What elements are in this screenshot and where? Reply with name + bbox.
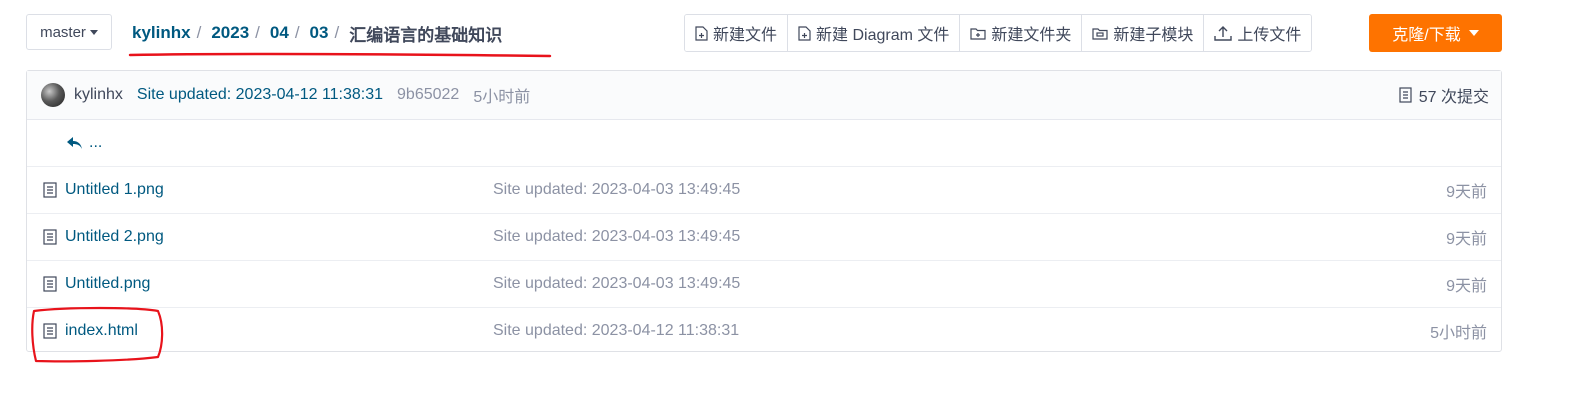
file-name: Untitled.png [65,275,151,292]
avatar[interactable] [41,83,65,107]
file-time: 9天前 [1446,278,1487,295]
breadcrumb-separator: / [294,23,300,42]
table-row: Untitled 2.png Site updated: 2023-04-03 … [27,214,1501,261]
breadcrumb-month[interactable]: 04 [270,23,289,43]
breadcrumb-year[interactable]: 2023 [211,23,249,43]
new-diagram-label: 新建 Diagram 文件 [816,27,950,44]
red-circle-annotation [31,306,164,363]
parent-directory-row[interactable]: ... [27,120,1501,167]
file-link[interactable]: Untitled 2.png [43,228,164,246]
table-row: Untitled 1.png Site updated: 2023-04-03 … [27,167,1501,214]
parent-directory-label: ... [89,134,103,151]
new-submodule-label: 新建子模块 [1113,27,1194,44]
file-commit-message[interactable]: Site updated: 2023-04-12 11:38:31 [493,322,739,340]
commit-count-label: 57 次提交 [1418,89,1489,106]
new-file-button[interactable]: 新建文件 [685,15,789,51]
file-name: Untitled 1.png [65,181,164,198]
table-row: index.html Site updated: 2023-04-12 11:3… [27,308,1501,354]
folder-link-icon [1092,27,1108,40]
file-commit-message[interactable]: Site updated: 2023-04-03 13:49:45 [493,228,740,246]
clone-download-button[interactable]: 克隆/下载 [1369,14,1502,52]
new-file-label: 新建文件 [713,27,778,44]
repo-toolbar: master kylinhx / 2023 / 04 / 03 / 汇编语言的基… [26,14,1502,58]
file-commit-message[interactable]: Site updated: 2023-04-03 13:49:45 [493,275,740,293]
file-plus-icon [695,25,708,41]
upload-icon [1214,26,1233,41]
reply-arrow-icon [67,137,82,149]
file-link[interactable]: Untitled.png [43,275,150,293]
commit-author[interactable]: kylinhx [74,86,123,104]
branch-label: master [40,23,86,41]
branch-select[interactable]: master [26,14,112,50]
chevron-down-icon [1468,30,1479,36]
breadcrumb-separator: / [255,23,260,42]
file-time: 9天前 [1446,184,1487,201]
latest-commit-bar: kylinhx Site updated: 2023-04-12 11:38:3… [27,71,1501,120]
commit-count-link[interactable]: 57 次提交 [1399,71,1489,119]
upload-file-label: 上传文件 [1237,27,1302,44]
upload-file-button[interactable]: 上传文件 [1204,15,1312,51]
new-diagram-button[interactable]: 新建 Diagram 文件 [788,15,961,51]
breadcrumb-separator: / [196,23,202,42]
file-time: 5小时前 [1430,325,1487,342]
breadcrumb: kylinhx / 2023 / 04 / 03 / 汇编语言的基础知识 [132,20,502,46]
file-plus-icon [798,25,811,41]
clone-download-label: 克隆/下载 [1392,27,1461,44]
new-submodule-button[interactable]: 新建子模块 [1082,15,1205,51]
commits-icon [1399,87,1412,103]
new-folder-label: 新建文件夹 [991,27,1072,44]
breadcrumb-day[interactable]: 03 [310,23,329,43]
table-row: Untitled.png Site updated: 2023-04-03 13… [27,261,1501,308]
folder-plus-icon [970,27,986,40]
commit-message[interactable]: Site updated: 2023-04-12 11:38:31 [137,86,383,104]
commit-sha[interactable]: 9b65022 [397,86,459,104]
file-time: 9天前 [1446,231,1487,248]
file-icon [43,182,57,198]
action-group: 新建文件 新建 Diagram 文件 新建文件夹 新建子模块 上传文件 [684,14,1313,52]
breadcrumb-owner[interactable]: kylinhx [132,23,191,43]
file-icon [43,276,57,292]
breadcrumb-current: 汇编语言的基础知识 [349,25,503,45]
breadcrumb-separator: / [334,23,340,42]
new-folder-button[interactable]: 新建文件夹 [960,15,1083,51]
file-tree-panel: kylinhx Site updated: 2023-04-12 11:38:3… [26,70,1502,352]
file-link[interactable]: Untitled 1.png [43,181,164,199]
file-name: Untitled 2.png [65,228,164,245]
red-underline-annotation [128,52,552,58]
file-icon [43,229,57,245]
chevron-down-icon [89,29,98,35]
commit-time: 5小时前 [473,89,531,106]
file-commit-message[interactable]: Site updated: 2023-04-03 13:49:45 [493,181,740,199]
